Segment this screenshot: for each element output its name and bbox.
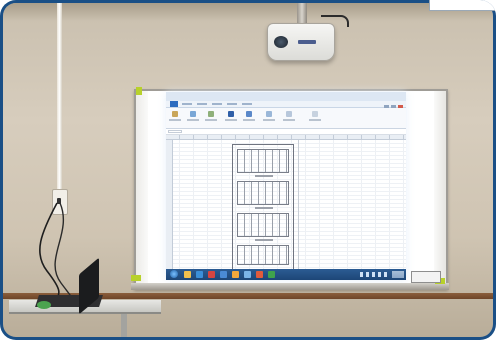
laptop-cable — [39, 202, 75, 306]
photo-frame — [0, 0, 496, 340]
desk-leg — [121, 314, 127, 337]
corner-tab — [429, 0, 496, 11]
classroom-wall — [3, 3, 493, 337]
laptop-sticker — [37, 301, 51, 309]
